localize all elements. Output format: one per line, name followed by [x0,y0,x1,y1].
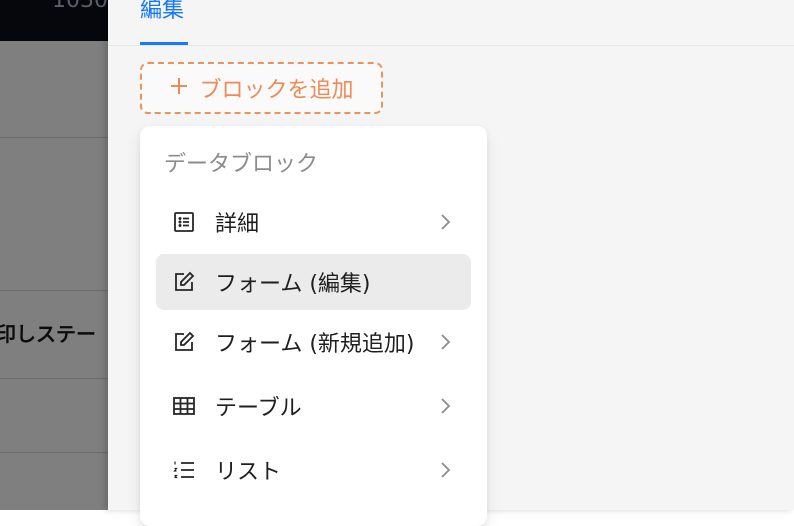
menu-item-label: フォーム (新規追加) [215,332,415,357]
table-icon [172,394,196,418]
tab-active-indicator [140,42,188,45]
menu-item-table[interactable]: テーブル [156,378,471,434]
menu-item-form-create[interactable]: フォーム (新規追加) [156,314,471,370]
background-topbar-text: 1030 [52,0,108,13]
background-divider [0,137,108,138]
background-divider [0,378,108,379]
add-block-menu: データブロック 詳細 フォーム (編集) フォーム (新規追加) テーブル リス… [140,126,487,526]
drawer-header: 編集 [108,0,794,46]
chevron-right-icon [439,461,453,479]
chevron-right-icon [439,397,453,415]
chevron-right-icon [439,213,453,231]
tab-edit[interactable]: 編集 [140,0,184,45]
background-topbar: 1030 [0,0,108,41]
background-row-text: 印しステー [0,322,96,346]
edit-icon [172,330,196,354]
add-block-label: ブロックを追加 [199,78,354,103]
menu-group-title: データブロック [164,152,319,177]
menu-item-list[interactable]: リスト [156,442,471,498]
menu-item-details[interactable]: 詳細 [156,194,471,250]
chevron-right-icon [439,333,453,351]
background-page: 1030 印しステー [0,0,108,510]
list-icon [172,458,196,482]
menu-item-label: リスト [215,460,282,485]
details-icon [172,210,196,234]
background-divider [0,452,108,453]
add-block-button[interactable]: ブロックを追加 [140,62,383,114]
menu-item-label: 詳細 [215,212,260,237]
plus-icon [169,75,189,101]
menu-item-form-edit[interactable]: フォーム (編集) [156,254,471,310]
menu-item-label: フォーム (編集) [215,272,371,297]
background-divider [0,290,108,291]
menu-item-label: テーブル [215,396,302,421]
edit-icon [172,270,196,294]
